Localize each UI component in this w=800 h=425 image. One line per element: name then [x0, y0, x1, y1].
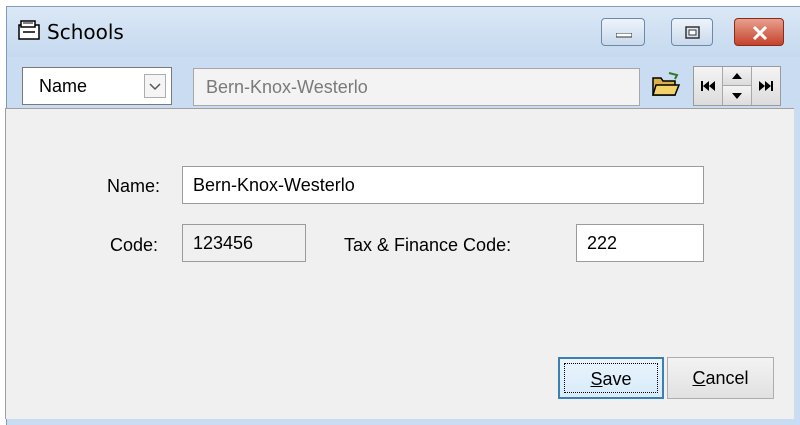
cancel-label: ancel: [705, 368, 749, 388]
cancel-mnemonic: C: [692, 368, 706, 388]
next-record-button[interactable]: [723, 86, 752, 105]
first-record-button[interactable]: [694, 67, 723, 105]
last-record-button[interactable]: [752, 67, 780, 105]
maximize-icon: [685, 26, 700, 39]
focus-rectangle: [564, 363, 658, 393]
title-bar[interactable]: Schools: [7, 7, 800, 57]
search-field-value: Name: [39, 76, 88, 96]
code-field-value: 123456: [193, 233, 254, 253]
minimize-button[interactable]: [601, 18, 645, 46]
dropdown-arrow-button[interactable]: [144, 74, 166, 98]
save-button[interactable]: Save: [558, 357, 664, 399]
minimize-icon: [616, 33, 632, 38]
maximize-button[interactable]: [671, 18, 713, 46]
tax-finance-code-field[interactable]: 222: [576, 224, 704, 262]
tax-finance-code-label: Tax & Finance Code:: [344, 235, 512, 255]
up-arrow-icon: [732, 73, 742, 79]
name-field[interactable]: Bern-Knox-Westerlo: [182, 166, 704, 204]
last-record-icon: [759, 81, 773, 91]
folder-cabinet-icon: [18, 20, 40, 40]
open-folder-icon[interactable]: [651, 71, 681, 99]
previous-record-button[interactable]: [723, 67, 752, 86]
code-field: 123456: [182, 224, 306, 262]
close-button[interactable]: [734, 18, 784, 46]
record-search-value: Bern-Knox-Westerlo: [206, 77, 368, 97]
close-icon: [752, 26, 768, 40]
chevron-down-icon: [149, 83, 161, 91]
first-record-icon: [701, 81, 715, 91]
down-arrow-icon: [732, 92, 742, 99]
search-field-dropdown[interactable]: Name: [22, 67, 172, 105]
window-title: Schools: [47, 20, 124, 44]
record-navigator: [693, 66, 781, 106]
name-label: Name:: [107, 176, 161, 196]
code-label: Code:: [110, 235, 159, 255]
name-field-value: Bern-Knox-Westerlo: [193, 175, 355, 195]
tax-finance-code-value: 222: [587, 233, 618, 253]
cancel-button[interactable]: Cancel: [667, 357, 774, 399]
record-search-input[interactable]: Bern-Knox-Westerlo: [193, 68, 640, 106]
